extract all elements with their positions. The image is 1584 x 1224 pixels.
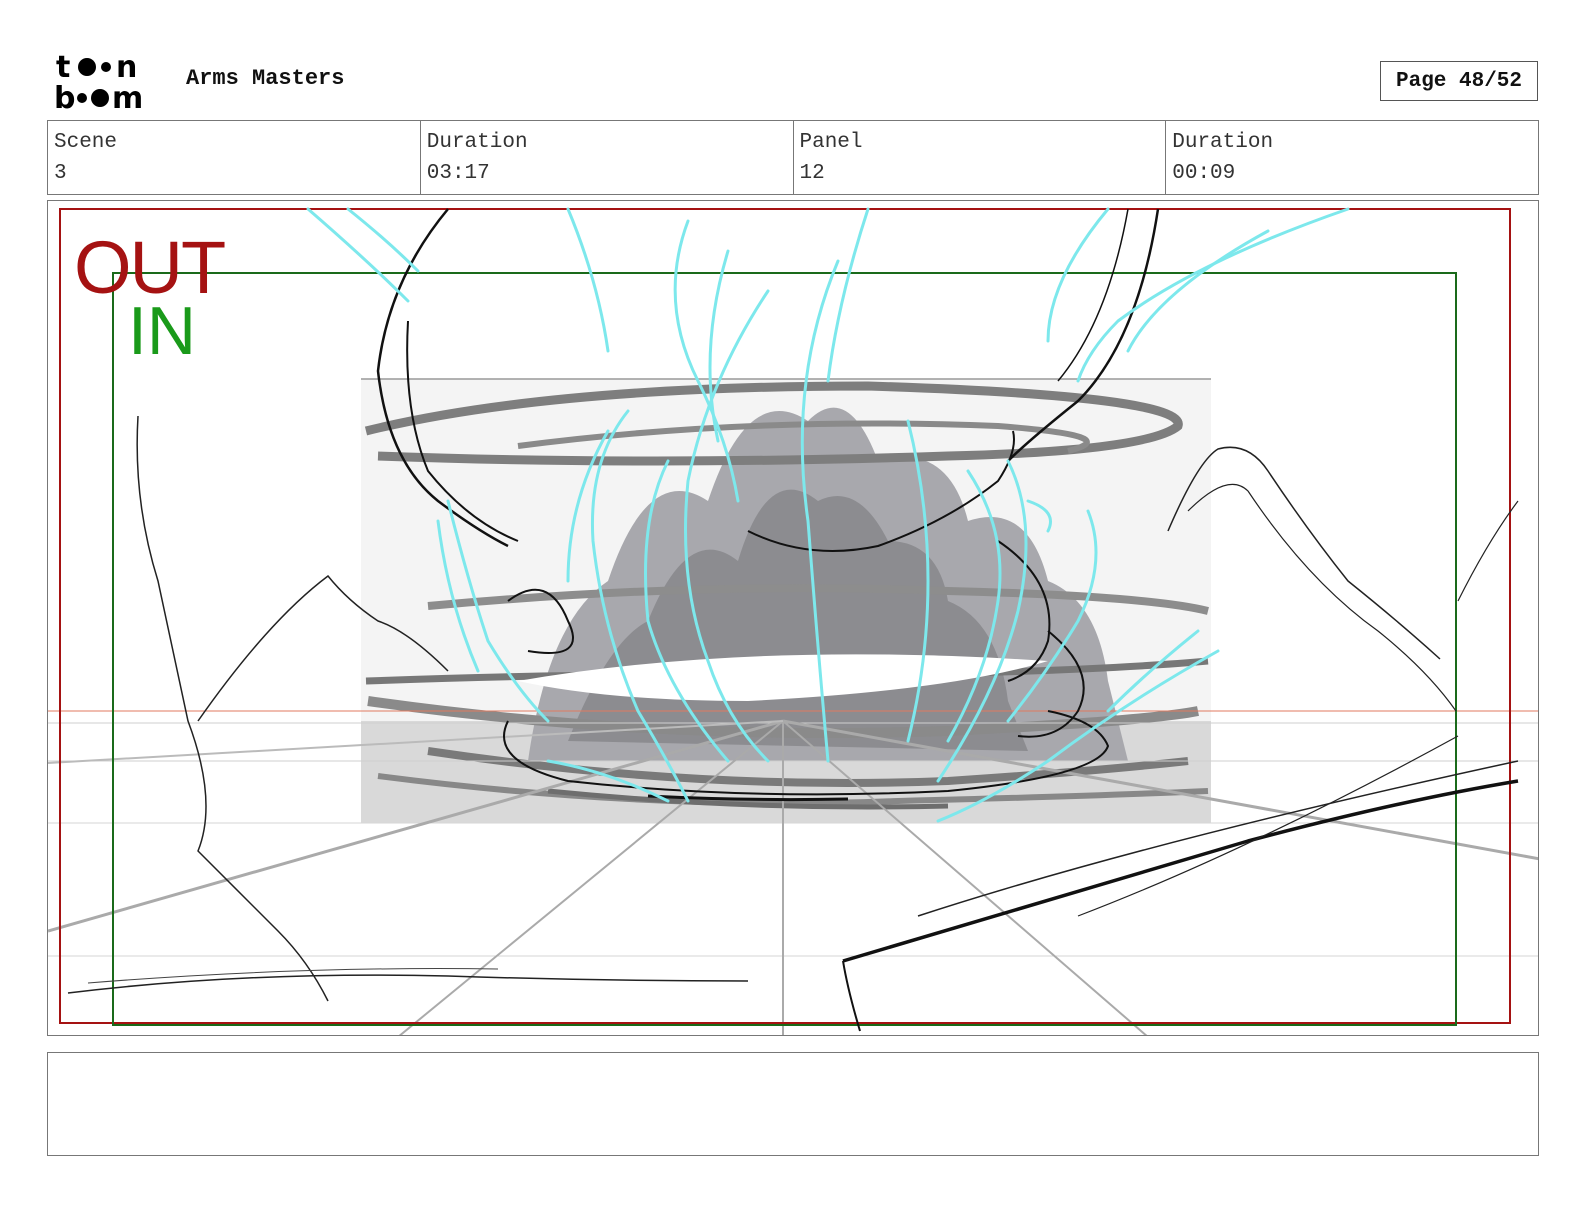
storyboard-sketch: [48, 207, 1538, 1035]
svg-text:t: t: [56, 50, 70, 85]
scene-duration-label: Duration: [426, 131, 528, 154]
in-frame-label: IN: [128, 293, 196, 369]
toon-boom-logo: t n b m: [54, 50, 143, 112]
panel-label: Panel: [799, 131, 863, 154]
scene-label: Scene: [54, 131, 118, 154]
storyboard-panel: OUT IN: [47, 200, 1539, 1036]
scene-cell: Scene 3: [48, 121, 421, 194]
panel-cell: Panel 12: [794, 121, 1167, 194]
svg-text:b: b: [54, 81, 75, 112]
scene-info-table: Scene 3 Duration 03:17 Panel 12 Duration…: [47, 120, 1539, 195]
scene-value: 3: [54, 162, 67, 185]
svg-text:m: m: [112, 81, 143, 112]
page-indicator: Page 48/52: [1380, 61, 1538, 101]
panel-notes-box: [47, 1052, 1539, 1156]
panel-duration-label: Duration: [1172, 131, 1274, 154]
scene-duration-value: 03:17: [426, 162, 490, 185]
panel-duration-value: 00:09: [1172, 162, 1236, 185]
scene-duration-cell: Duration 03:17: [421, 121, 794, 194]
document-title: Arms Masters: [186, 66, 345, 91]
panel-duration-cell: Duration 00:09: [1166, 121, 1538, 194]
svg-text:n: n: [116, 50, 137, 85]
panel-value: 12: [799, 162, 825, 185]
